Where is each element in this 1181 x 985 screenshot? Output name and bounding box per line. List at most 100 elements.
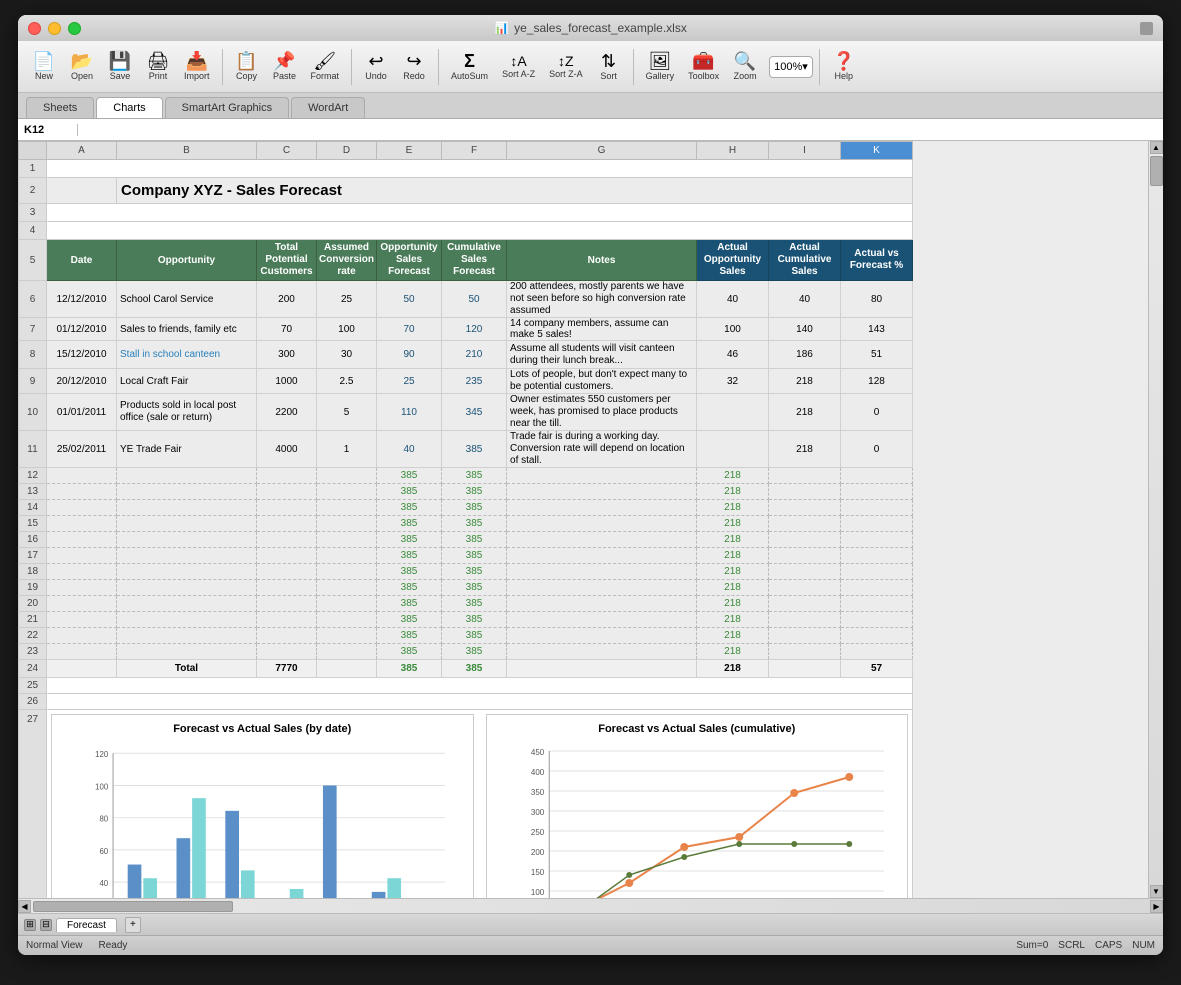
row-1: 1 [19,160,913,178]
empty-row-18: 18 385 385 218 [19,564,913,580]
gallery-button[interactable]: 🖼 Gallery [640,50,681,83]
charts-area-row: 27 Forecast vs Actual Sales (by date) [19,710,913,899]
cell-reference[interactable]: K12 [18,124,78,136]
normal-view-button[interactable]: ⊞ [24,919,36,931]
empty-row-12: 12 385 385 218 [19,468,913,484]
copy-icon: 📋 [235,52,257,70]
zoom-button[interactable]: 🔍 Zoom [727,50,763,83]
total-label: Total [117,660,257,678]
empty-row-21: 21 385 385 218 [19,612,913,628]
col-header-E: E [377,142,442,160]
new-button[interactable]: 📄 New [26,50,62,83]
chart1-y-label: Sales [60,741,70,898]
scrl-badge: SCRL [1058,940,1085,951]
undo-button[interactable]: ↩ Undo [358,50,394,83]
scroll-h-thumb[interactable] [33,901,233,912]
save-button[interactable]: 💾 Save [102,50,138,83]
import-button[interactable]: 📥 Import [178,50,216,83]
scroll-left-button[interactable]: ◀ [18,900,31,913]
ready-label: Ready [99,940,128,951]
charts-container: Forecast vs Actual Sales (by date) Sales [51,714,908,898]
data-row-10: 10 01/01/2011 Products sold in local pos… [19,394,913,431]
status-bar: Normal View Ready Sum=0 SCRL CAPS NUM [18,935,1163,955]
spreadsheet-title: Company XYZ - Sales Forecast [117,178,913,204]
tab-smartart[interactable]: SmartArt Graphics [165,97,289,118]
actual-dot-6 [846,841,852,847]
empty-row-26: 26 [19,694,913,710]
paste-button[interactable]: 📌 Paste [267,50,303,83]
minimize-button[interactable] [48,22,61,35]
tab-wordart[interactable]: WordArt [291,97,365,118]
col-header-actual-opp: Actual Opportunity Sales [697,240,769,281]
data-row-7: 7 01/12/2010 Sales to friends, family et… [19,318,913,341]
col-header-opportunity: Opportunity [117,240,257,281]
print-icon: 🖨 [147,52,170,70]
col-header-cum-forecast: Cumulative Sales Forecast [442,240,507,281]
scroll-right-button[interactable]: ▶ [1150,900,1163,913]
toolbox-icon: 🧰 [692,52,714,70]
col-header-actual-vs: Actual vs Forecast % [841,240,913,281]
data-row-9: 9 20/12/2010 Local Craft Fair 1000 2.5 2… [19,369,913,394]
undo-icon: ↩ [368,52,383,70]
forecast-dot-5 [790,789,798,797]
scroll-down-button[interactable]: ▼ [1150,885,1163,898]
actual-dot-5 [791,841,797,847]
sort-az-button[interactable]: ↕A Sort A-Z [496,52,541,81]
tab-sheets[interactable]: Sheets [26,97,94,118]
sort-za-button[interactable]: ↕Z Sort Z-A [543,52,589,81]
toolbox-button[interactable]: 🧰 Toolbox [682,50,725,83]
row-3: 3 [19,204,913,222]
format-button[interactable]: 🖌 Format [305,50,346,83]
data-row-11: 11 25/02/2011 YE Trade Fair 4000 1 40 38… [19,431,913,468]
sheet-tab-forecast[interactable]: Forecast [56,918,117,932]
open-button[interactable]: 📂 Open [64,50,100,83]
help-button[interactable]: ❓ Help [826,50,862,83]
redo-button[interactable]: ↪ Redo [396,50,432,83]
col-header-A: A [47,142,117,160]
autosum-icon: Σ [464,52,475,70]
forecast-dot-4 [735,833,743,841]
sheet-content[interactable]: A B C D E F G H I K [18,141,1148,898]
data-row-8: 8 15/12/2010 Stall in school canteen 300… [19,341,913,369]
sum-display: Sum=0 [1016,940,1048,951]
add-sheet-button[interactable]: + [125,917,141,933]
horizontal-scrollbar[interactable]: ◀ ▶ [18,898,1163,913]
total-customers: 7770 [257,660,317,678]
maximize-button[interactable] [68,22,81,35]
scroll-thumb[interactable] [1150,156,1163,186]
gallery-icon: 🖼 [648,52,671,70]
redo-icon: ↪ [406,52,421,70]
forecast-dot-3 [680,843,688,851]
sort-button[interactable]: ⇅ Sort [591,50,627,83]
empty-row-23: 23 385 385 218 [19,644,913,660]
page-view-button[interactable]: ⊟ [40,919,52,931]
bar-actual-6 [387,878,401,898]
empty-row-25: 25 [19,678,913,694]
vertical-scrollbar[interactable]: ▲ ▼ [1148,141,1163,898]
bar-forecast-1 [128,865,142,898]
help-icon: ❓ [833,52,855,70]
bar-forecast-2 [177,838,191,898]
separator-3 [438,49,439,85]
row-2: 2 Company XYZ - Sales Forecast [19,178,913,204]
col-header-D: D [317,142,377,160]
autosum-button[interactable]: Σ AutoSum [445,50,494,83]
tab-charts[interactable]: Charts [96,97,162,118]
copy-button[interactable]: 📋 Copy [229,50,265,83]
svg-text:350: 350 [530,788,544,797]
scroll-up-button[interactable]: ▲ [1150,141,1163,154]
toolbar: 📄 New 📂 Open 💾 Save 🖨 Print 📥 Import 📋 C… [18,41,1163,93]
col-header-G: G [507,142,697,160]
col-header-opp-forecast: Opportunity Sales Forecast [377,240,442,281]
zoom-combo[interactable]: 100% ▾ [769,56,813,78]
sort-icon: ⇅ [601,52,616,70]
print-button[interactable]: 🖨 Print [140,50,176,83]
chart2-svg: 450 400 350 300 250 200 150 100 [509,741,900,898]
formula-bar: K12 [18,119,1163,141]
svg-text:120: 120 [95,750,109,759]
chart2-y-label: Sales [495,741,505,898]
collapse-button[interactable] [1140,22,1153,35]
close-button[interactable] [28,22,41,35]
bar-actual-4 [290,889,304,898]
tab-bar: Sheets Charts SmartArt Graphics WordArt [18,93,1163,119]
